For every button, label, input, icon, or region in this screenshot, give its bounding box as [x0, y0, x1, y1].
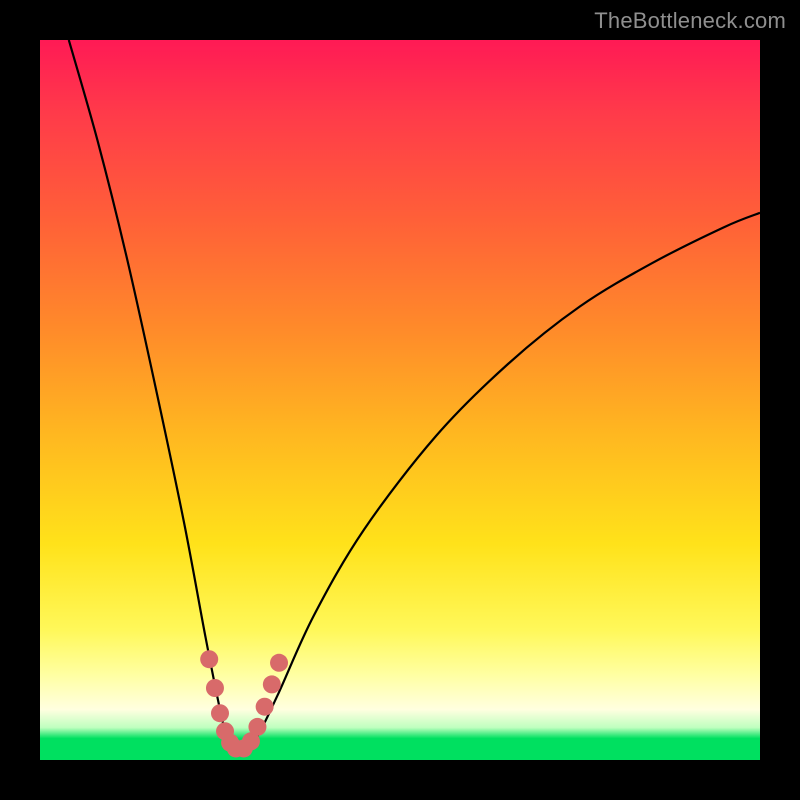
sweet-spot-marker — [200, 650, 218, 668]
plot-area — [40, 40, 760, 760]
sweet-spot-marker — [263, 675, 281, 693]
sweet-spot-marker — [256, 698, 274, 716]
sweet-spot-marker — [206, 679, 224, 697]
bottleneck-curve — [69, 40, 760, 751]
watermark-text: TheBottleneck.com — [594, 8, 786, 34]
chart-svg — [40, 40, 760, 760]
sweet-spot-markers — [200, 650, 288, 757]
chart-frame: TheBottleneck.com — [0, 0, 800, 800]
sweet-spot-marker — [270, 654, 288, 672]
sweet-spot-marker — [211, 704, 229, 722]
sweet-spot-marker — [248, 718, 266, 736]
